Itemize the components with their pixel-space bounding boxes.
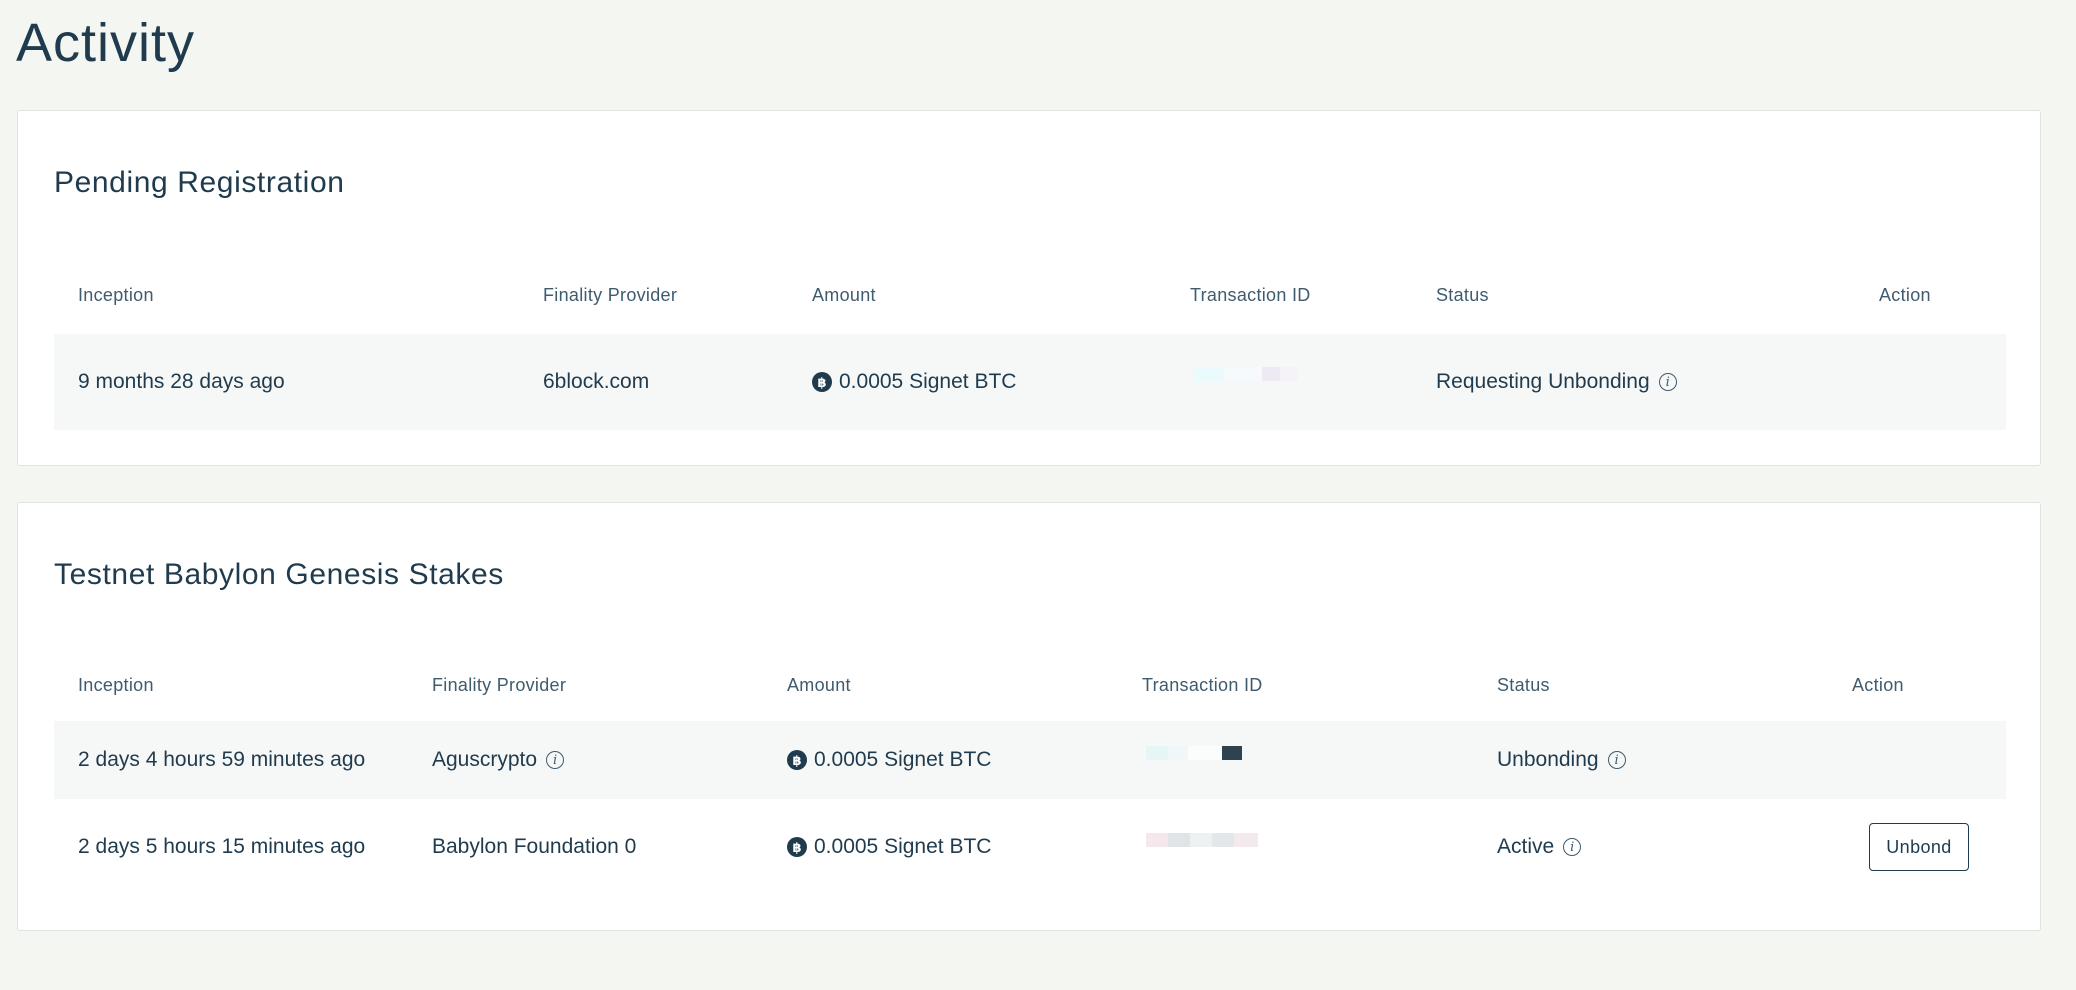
info-icon[interactable]: i <box>546 751 565 769</box>
col-header-inception: Inception <box>78 675 154 695</box>
bitcoin-icon: ฿ <box>787 750 807 770</box>
col-header-amount: Amount <box>787 675 851 695</box>
table-row: 9 months 28 days ago 6block.com ฿ 0.0005… <box>54 334 2006 430</box>
finality-provider-cell: 6block.com <box>543 370 650 393</box>
inception-cell: 2 days 4 hours 59 minutes ago <box>78 748 366 771</box>
transaction-id-cell[interactable] <box>1146 832 1258 848</box>
page-title: Activity <box>16 13 196 73</box>
amount-text: 0.0005 Signet BTC <box>814 748 992 771</box>
col-header-status: Status <box>1436 285 1489 305</box>
inception-cell: 9 months 28 days ago <box>78 370 285 393</box>
pending-registration-card: Pending Registration Inception Finality … <box>17 110 2041 466</box>
col-header-action: Action <box>1879 285 1931 305</box>
transaction-id-cell[interactable] <box>1146 745 1242 761</box>
info-icon[interactable]: i <box>1607 751 1626 769</box>
col-header-amount: Amount <box>812 285 876 305</box>
col-header-transaction-id: Transaction ID <box>1190 285 1311 305</box>
amount-text: 0.0005 Signet BTC <box>814 835 992 858</box>
pending-registration-title: Pending Registration <box>54 166 345 199</box>
status-text: Unbonding <box>1497 748 1599 771</box>
col-header-finality-provider: Finality Provider <box>432 675 567 695</box>
table-row: 2 days 5 hours 15 minutes ago Babylon Fo… <box>54 799 2006 895</box>
testnet-stakes-title: Testnet Babylon Genesis Stakes <box>54 558 504 591</box>
status-text: Active <box>1497 835 1555 858</box>
amount-cell: ฿ 0.0005 Signet BTC <box>812 368 1016 396</box>
amount-text: 0.0005 Signet BTC <box>839 370 1017 393</box>
amount-cell: ฿ 0.0005 Signet BTC <box>787 833 991 861</box>
finality-provider-cell: Babylon Foundation 0 <box>432 835 637 858</box>
col-header-status: Status <box>1497 675 1550 695</box>
status-cell: Requesting Unbonding i <box>1436 368 1677 396</box>
transaction-id-redacted[interactable] <box>1194 366 1298 382</box>
status-text: Requesting Unbonding <box>1436 370 1650 393</box>
bitcoin-icon: ฿ <box>812 372 832 392</box>
inception-cell: 2 days 5 hours 15 minutes ago <box>78 835 366 858</box>
finality-provider-cell: Aguscrypto i <box>432 746 565 774</box>
unbond-button[interactable]: Unbond <box>1869 823 1969 871</box>
transaction-id-cell[interactable] <box>1194 366 1298 382</box>
testnet-stakes-card: Testnet Babylon Genesis Stakes Inception… <box>17 502 2041 931</box>
status-cell: Active i <box>1497 833 1582 861</box>
status-cell: Unbonding i <box>1497 746 1626 774</box>
col-header-inception: Inception <box>78 285 154 305</box>
info-icon[interactable]: i <box>1563 838 1582 856</box>
amount-cell: ฿ 0.0005 Signet BTC <box>787 746 991 774</box>
col-header-action: Action <box>1852 675 1904 695</box>
table-row: 2 days 4 hours 59 minutes ago Aguscrypto… <box>54 721 2006 799</box>
col-header-finality-provider: Finality Provider <box>543 285 678 305</box>
transaction-id-redacted[interactable] <box>1146 745 1242 761</box>
bitcoin-icon: ฿ <box>787 837 807 857</box>
col-header-transaction-id: Transaction ID <box>1142 675 1263 695</box>
transaction-id-redacted[interactable] <box>1146 832 1258 848</box>
finality-provider-name: Aguscrypto <box>432 748 538 771</box>
info-icon[interactable]: i <box>1658 373 1677 391</box>
